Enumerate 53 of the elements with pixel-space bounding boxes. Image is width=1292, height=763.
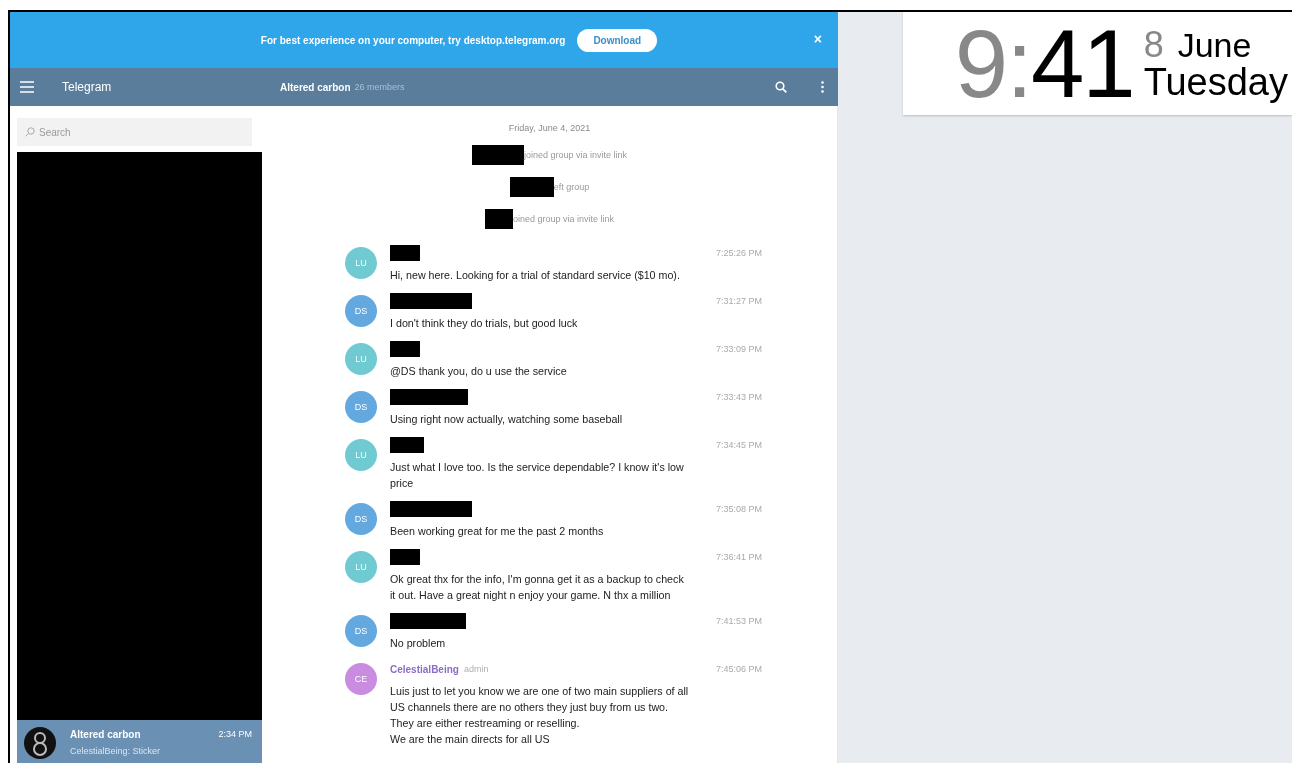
- message-time: 7:34:45 PM: [715, 439, 762, 452]
- avatar: LU: [345, 247, 377, 279]
- service-message: eft group: [553, 182, 590, 192]
- avatar: LU: [345, 439, 377, 471]
- clock-separator: :: [1006, 15, 1031, 112]
- role-label: admin: [463, 664, 489, 674]
- menu-icon[interactable]: [20, 81, 34, 93]
- clock-month: June: [1177, 27, 1252, 62]
- message-time: 7:36:41 PM: [715, 551, 762, 564]
- avatar: DS: [345, 391, 377, 423]
- message-time: 7:41:53 PM: [715, 615, 762, 628]
- message-text: Ok great thx for the info, I'm gonna get it as a backup to check it out. Have a great night n enjoy your game. N thx a million: [390, 572, 685, 603]
- message-text: Hi, new here. Looking for a trial of standard service ($10 mo).: [390, 268, 681, 283]
- service-message: oined group via invite link: [512, 214, 615, 224]
- clock-weekday: Tuesday: [1143, 62, 1288, 101]
- message-time: 7:31:27 PM: [715, 295, 762, 308]
- avatar: CE: [345, 663, 377, 695]
- more-icon[interactable]: [821, 81, 824, 93]
- clock-minute: 41: [1030, 15, 1134, 112]
- message-time: 7:33:09 PM: [715, 343, 762, 356]
- sender-name: CelestialBeing: [390, 663, 459, 675]
- member-count: 26 members: [354, 82, 406, 92]
- avatar: DS: [345, 503, 377, 535]
- message-time: 7:35:08 PM: [715, 503, 762, 516]
- search-icon[interactable]: [775, 81, 787, 93]
- avatar: LU: [345, 343, 377, 375]
- avatar: LU: [345, 551, 377, 583]
- avatar: DS: [345, 295, 377, 327]
- message-time: 7:33:43 PM: [715, 391, 762, 404]
- clock-hour: 9: [954, 15, 1007, 112]
- search-field[interactable]: Search: [17, 118, 252, 146]
- avatar: DS: [345, 615, 377, 647]
- chat-time: 2:34 PM: [218, 729, 252, 740]
- message-text: @DS thank you, do u use the service: [390, 364, 568, 379]
- chat-preview: CelestialBeing: Sticker: [70, 746, 162, 756]
- app-title: Telegram: [62, 80, 112, 94]
- date-label: Friday, June 4, 2021: [508, 123, 591, 133]
- chat-name: Altered carbon: [70, 729, 141, 740]
- message-text: Luis just to let you know we are one of two main suppliers of all US channels there are no others they just buy from us two. They are either restreaming or reselling. We are the main directs for all US: [390, 684, 690, 747]
- chat-title[interactable]: Altered carbon: [280, 81, 351, 93]
- download-button[interactable]: Download: [577, 28, 658, 52]
- message-text: Using right now actually, watching some baseball: [390, 412, 624, 427]
- message-time: 7:25:26 PM: [715, 247, 762, 260]
- avatar-icon: [24, 726, 56, 759]
- message-text: I don't think they do trials, but good luck: [390, 316, 579, 331]
- message-time: 7:45:06 PM: [715, 663, 762, 676]
- chat-list-item[interactable]: Altered carbon 2:34 PM CelestialBeing: Sticker: [17, 720, 262, 763]
- message-text: Been working great for me the past 2 months: [390, 524, 605, 539]
- close-button[interactable]: ×: [813, 31, 822, 47]
- message-text: No problem: [390, 636, 447, 651]
- clock-day: 8: [1143, 26, 1164, 63]
- banner-text: For best experience on your computer, try desktop.telegram.org: [260, 34, 566, 46]
- message-text: Just what I love too. Is the service dependable? I know it's low price: [390, 460, 685, 491]
